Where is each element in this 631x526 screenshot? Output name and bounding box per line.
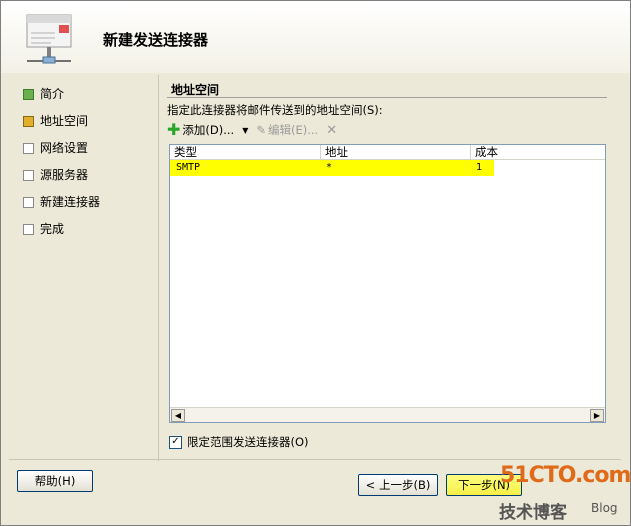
chevron-down-icon[interactable]: ▼ bbox=[242, 126, 248, 135]
step-pending-icon bbox=[23, 170, 34, 181]
column-header-address[interactable]: 地址 bbox=[321, 145, 471, 159]
scope-checkbox-label: 限定范围发送连接器(O) bbox=[187, 435, 309, 449]
add-button[interactable]: ✚ 添加(D)... ▼ bbox=[167, 122, 248, 138]
step-pending-icon bbox=[23, 197, 34, 208]
scope-checkbox[interactable]: ✓ bbox=[169, 435, 182, 449]
nav-item-label: 简介 bbox=[40, 87, 65, 101]
nav-item-label: 地址空间 bbox=[40, 114, 89, 128]
help-button[interactable]: 帮助(H) bbox=[17, 470, 93, 492]
cell-cost: 1 bbox=[476, 162, 483, 173]
section-title: 地址空间 bbox=[171, 83, 220, 97]
wizard-steps-nav: 简介 地址空间 网络设置 源服务器 新建连接器 完成 bbox=[23, 85, 153, 247]
watermark-site: 51CTO.com bbox=[500, 463, 631, 488]
delete-icon: ✕ bbox=[326, 122, 338, 138]
section-description: 指定此连接器将邮件传送到的地址空间(S): bbox=[167, 103, 383, 117]
step-current-icon bbox=[23, 116, 34, 127]
nav-item-label: 源服务器 bbox=[40, 168, 89, 182]
add-button-label: 添加(D)... bbox=[182, 123, 235, 137]
nav-divider bbox=[158, 75, 159, 461]
watermark-blog: Blog bbox=[591, 501, 618, 515]
wizard-header: 新建发送连接器 bbox=[1, 1, 630, 73]
edit-button-label: 编辑(E)... bbox=[268, 123, 319, 137]
nav-item-new-connector[interactable]: 新建连接器 bbox=[23, 193, 153, 220]
nav-item-intro[interactable]: 简介 bbox=[23, 85, 153, 112]
address-space-list[interactable]: 类型 地址 成本 SMTP * 1 ◀ ▶ bbox=[169, 144, 606, 423]
nav-item-label: 完成 bbox=[40, 222, 65, 236]
step-pending-icon bbox=[23, 224, 34, 235]
nav-item-address-space[interactable]: 地址空间 bbox=[23, 112, 153, 139]
scroll-right-icon[interactable]: ▶ bbox=[590, 409, 604, 422]
wizard-window: 新建发送连接器 简介 地址空间 网络设置 源服务器 新建连接器 完成 地址空间 bbox=[0, 0, 631, 526]
back-button[interactable]: < 上一步(B) bbox=[358, 474, 438, 496]
column-header-type[interactable]: 类型 bbox=[170, 145, 321, 159]
watermark-sub: 技术博客 bbox=[499, 503, 567, 523]
table-row[interactable]: SMTP * 1 bbox=[170, 160, 605, 176]
wizard-title: 新建发送连接器 bbox=[103, 31, 209, 49]
step-pending-icon bbox=[23, 143, 34, 154]
edit-button[interactable]: ✎ 编辑(E)... bbox=[256, 122, 318, 138]
pencil-icon: ✎ bbox=[256, 123, 266, 137]
horizontal-scrollbar[interactable]: ◀ ▶ bbox=[170, 407, 605, 422]
address-toolbar: ✚ 添加(D)... ▼ ✎ 编辑(E)... ✕ bbox=[167, 121, 345, 139]
scroll-left-icon[interactable]: ◀ bbox=[171, 409, 185, 422]
nav-item-source-server[interactable]: 源服务器 bbox=[23, 166, 153, 193]
add-icon: ✚ bbox=[167, 120, 181, 139]
cell-type: SMTP bbox=[176, 162, 201, 173]
nav-item-label: 新建连接器 bbox=[40, 195, 101, 209]
nav-item-label: 网络设置 bbox=[40, 141, 89, 155]
footer-divider bbox=[9, 459, 621, 460]
section-divider bbox=[167, 97, 607, 98]
step-complete-icon bbox=[23, 89, 34, 100]
nav-item-network-settings[interactable]: 网络设置 bbox=[23, 139, 153, 166]
nav-item-complete[interactable]: 完成 bbox=[23, 220, 153, 247]
scope-checkbox-row[interactable]: ✓ 限定范围发送连接器(O) bbox=[169, 434, 309, 450]
column-header-cost[interactable]: 成本 bbox=[471, 145, 603, 159]
selected-row-highlight: SMTP * 1 bbox=[170, 160, 494, 176]
cell-address: * bbox=[326, 162, 333, 173]
list-header: 类型 地址 成本 bbox=[170, 145, 605, 160]
send-connector-icon bbox=[26, 14, 72, 64]
remove-button[interactable]: ✕ bbox=[326, 123, 337, 138]
